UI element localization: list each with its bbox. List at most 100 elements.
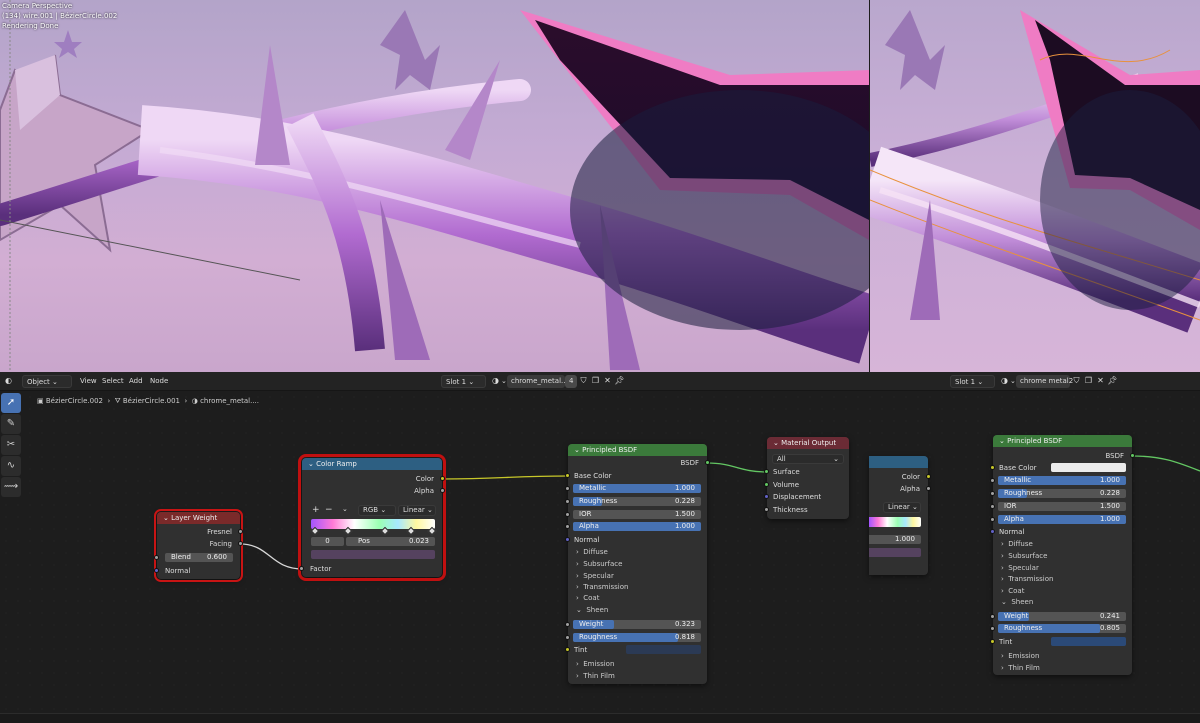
node-header[interactable]: ⌄ Principled BSDF (993, 435, 1132, 447)
socket-fresnel[interactable] (238, 529, 243, 534)
stop-position-field[interactable]: 1.000 (869, 535, 921, 544)
node-header[interactable] (869, 456, 928, 468)
viewport-left[interactable]: Camera Perspective (134) wire.001 | Bézi… (0, 0, 869, 372)
ior-field[interactable]: IOR 1.500 (573, 510, 701, 519)
menu-node[interactable]: Node (150, 375, 168, 388)
panel-diffuse[interactable]: › Diffuse (576, 548, 608, 556)
panel-specular[interactable]: › Specular (1001, 564, 1039, 572)
socket-metallic[interactable] (990, 478, 995, 483)
ior-field[interactable]: IOR 1.500 (998, 502, 1126, 511)
socket-base-color[interactable] (990, 465, 995, 470)
panel-sheen[interactable]: ⌄ Sheen (576, 606, 608, 614)
add-stop-icon[interactable]: + (312, 505, 320, 515)
material-name-field-right[interactable]: chrome metal2 (1016, 375, 1073, 388)
panel-coat[interactable]: › Coat (1001, 587, 1024, 595)
ramp-stop[interactable] (427, 526, 437, 536)
roughness-slider[interactable]: Roughness 0.228 (573, 497, 701, 506)
material-browse-icon[interactable]: ◑ ⌄ (999, 375, 1016, 388)
panel-specular[interactable]: › Specular (576, 572, 614, 580)
sheen-roughness-slider[interactable]: Roughness 0.818 (573, 633, 701, 642)
socket-normal[interactable] (990, 529, 995, 534)
panel-transmission[interactable]: › Transmission (576, 583, 628, 591)
lasso-icon[interactable]: ∿ (1, 456, 21, 476)
socket-factor[interactable] (299, 566, 304, 571)
unlink-icon[interactable]: ✕ (1095, 375, 1106, 388)
panel-subsurface[interactable]: › Subsurface (576, 560, 622, 568)
socket-thickness[interactable] (764, 507, 769, 512)
color-ramp-node[interactable]: ⌄ Color Ramp Color Alpha + − ⌄ RGB ⌄ Lin… (298, 454, 446, 581)
fake-user-icon[interactable]: ⛉ (578, 375, 589, 388)
socket-alpha[interactable] (990, 517, 995, 522)
socket-blend[interactable] (154, 555, 159, 560)
editor-type-icon[interactable]: ◐ (3, 375, 14, 388)
material-browse-icon[interactable]: ◑ ⌄ (490, 375, 507, 388)
socket-roughness[interactable] (565, 499, 570, 504)
target-dropdown[interactable]: All ⌄ (772, 454, 844, 464)
links-icon[interactable]: ⟿ (1, 477, 21, 497)
panel-thin-film[interactable]: › Thin Film (1001, 664, 1040, 672)
socket-alpha[interactable] (565, 524, 570, 529)
color-ramp-node-partial[interactable]: Color Alpha Linear ⌄ 1.000 (869, 456, 931, 575)
node-header[interactable]: ⌄ Material Output (767, 437, 849, 449)
blend-slider[interactable]: Blend 0.600 (165, 553, 233, 562)
fake-user-icon[interactable]: ⛉ (1071, 375, 1082, 388)
stop-index-field[interactable]: 0 (311, 537, 344, 546)
panel-sheen[interactable]: ⌄ Sheen (1001, 598, 1033, 606)
color-mode-dropdown[interactable]: RGB ⌄ (358, 505, 396, 516)
socket-tint[interactable] (565, 647, 570, 652)
socket-normal[interactable] (154, 568, 159, 573)
socket-alpha[interactable] (926, 486, 931, 491)
socket-bsdf[interactable] (1130, 453, 1135, 458)
material-users-count[interactable]: 4 (565, 375, 577, 388)
pin-icon[interactable]: 📌︎ (614, 375, 625, 388)
socket-alpha[interactable] (440, 488, 445, 493)
duplicate-icon[interactable]: ❐ (590, 375, 601, 388)
socket-displacement[interactable] (764, 494, 769, 499)
panel-emission[interactable]: › Emission (1001, 652, 1039, 660)
socket-ior[interactable] (990, 504, 995, 509)
socket-color[interactable] (926, 474, 931, 479)
socket-volume[interactable] (764, 482, 769, 487)
tint-color-swatch[interactable] (1051, 637, 1126, 646)
socket-tint[interactable] (990, 639, 995, 644)
mode-dropdown[interactable]: Object ⌄ (22, 375, 72, 388)
socket-ior[interactable] (565, 512, 570, 517)
panel-diffuse[interactable]: › Diffuse (1001, 540, 1033, 548)
stop-position-field[interactable]: Pos 0.023 (346, 537, 435, 546)
node-header[interactable]: ⌄ Layer Weight (157, 512, 240, 524)
socket-sheen-roughness[interactable] (565, 635, 570, 640)
principled-bsdf-node[interactable]: ⌄ Principled BSDF BSDF Base Color Metall… (565, 444, 710, 684)
socket-roughness[interactable] (990, 491, 995, 496)
socket-facing[interactable] (238, 541, 243, 546)
menu-select[interactable]: Select (102, 375, 124, 388)
layer-weight-node[interactable]: ⌄ Layer Weight Fresnel Facing Blend 0.600… (154, 509, 243, 582)
socket-base-color[interactable] (565, 473, 570, 478)
material-output-node[interactable]: ⌄ Material Output All ⌄ Surface Volume Di… (764, 437, 849, 519)
slot-dropdown-right[interactable]: Slot 1 ⌄ (950, 375, 995, 388)
select-cursor-icon[interactable]: ➚ (1, 393, 21, 413)
socket-normal[interactable] (565, 537, 570, 542)
sheen-weight-slider[interactable]: Weight 0.323 (573, 620, 701, 629)
principled-bsdf-node-right[interactable]: ⌄ Principled BSDF BSDF Base Color Metall… (990, 435, 1135, 675)
sheen-weight-slider[interactable]: Weight 0.241 (998, 612, 1126, 621)
interpolation-dropdown[interactable]: Linear ⌄ (398, 505, 436, 516)
panel-coat[interactable]: › Coat (576, 594, 599, 602)
alpha-slider[interactable]: Alpha 1.000 (573, 522, 701, 531)
interpolation-dropdown[interactable]: Linear ⌄ (883, 502, 921, 513)
remove-stop-icon[interactable]: − (325, 505, 333, 515)
viewport-right[interactable] (870, 0, 1200, 372)
breadcrumb-item[interactable]: BézierCircle.001 (123, 397, 180, 405)
socket-surface[interactable] (764, 469, 769, 474)
roughness-slider[interactable]: Roughness 0.228 (998, 489, 1126, 498)
panel-thin-film[interactable]: › Thin Film (576, 672, 615, 680)
socket-color[interactable] (440, 476, 445, 481)
duplicate-icon[interactable]: ❐ (1083, 375, 1094, 388)
material-name-field-left[interactable]: chrome_metal.... (507, 375, 570, 388)
menu-view[interactable]: View (80, 375, 97, 388)
metallic-slider[interactable]: Metallic 1.000 (998, 476, 1126, 485)
stop-color-swatch[interactable] (869, 548, 921, 557)
socket-sheen-weight[interactable] (565, 622, 570, 627)
unlink-icon[interactable]: ✕ (602, 375, 613, 388)
metallic-slider[interactable]: Metallic 1.000 (573, 484, 701, 493)
socket-bsdf[interactable] (705, 460, 710, 465)
